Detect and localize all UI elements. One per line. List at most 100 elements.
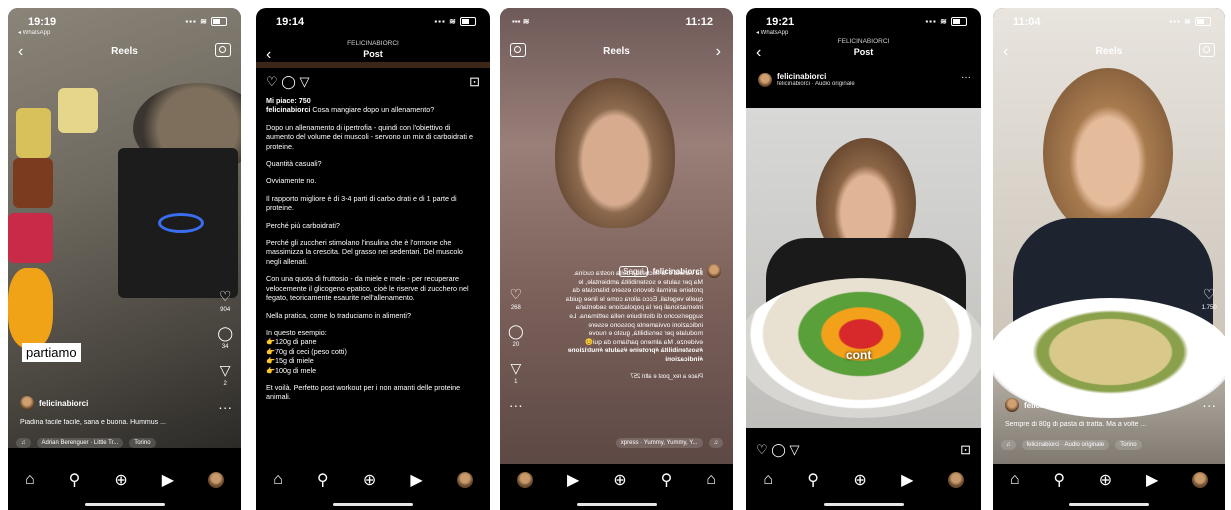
reels-icon[interactable]: ▶	[901, 470, 913, 490]
comment-icon[interactable]: ◯	[217, 325, 233, 342]
user-line[interactable]: felicinabiorci felicinabiorci · Audio or…	[758, 72, 855, 87]
send-icon[interactable]: ▽	[508, 360, 524, 377]
location-tag[interactable]: Torino	[129, 438, 156, 448]
reels-icon[interactable]: ▶	[567, 470, 579, 490]
reels-screen-mirrored: ▪▪▪ ≋ 11:12 Reels › felicinabiorci Segui…	[500, 8, 733, 510]
send-icon[interactable]: ▽	[299, 74, 309, 89]
profile-avatar[interactable]	[516, 472, 533, 488]
search-icon[interactable]: ⚲	[317, 470, 329, 490]
audio-label[interactable]: felicinabiorci · Audio originale	[1021, 440, 1110, 450]
caption-para: Il rapporto migliore è di 3-4 parti di c…	[266, 193, 457, 213]
camera-icon[interactable]	[1199, 43, 1215, 57]
caption[interactable]: Sempre di 80g di pasta di tratta. Ma a v…	[1005, 421, 1195, 428]
audio-label[interactable]: xpress · Yummy, Yummy, Y...	[615, 438, 703, 448]
audio-row[interactable]: xpress · Yummy, Yummy, Y... ♫	[530, 436, 723, 450]
caption-line: proteine animali devono essere bilanciat…	[572, 287, 704, 295]
follow-button[interactable]: Segui	[1078, 401, 1098, 410]
profile-avatar[interactable]	[207, 472, 224, 488]
comments-count: 34	[221, 344, 229, 350]
top-bar: Reels ›	[500, 42, 733, 64]
home-icon[interactable]: ⌂	[25, 471, 35, 489]
status-time: 19:14	[276, 16, 305, 28]
add-icon[interactable]: ⊕	[1099, 470, 1112, 490]
user-line[interactable]: felicinabiorci	[20, 396, 88, 410]
battery-icon	[1195, 17, 1211, 27]
reels-icon[interactable]: ▶	[1146, 470, 1158, 490]
shares-count: 1	[514, 379, 518, 385]
avatar[interactable]	[707, 264, 721, 278]
header-user: FELICINABIORCI	[347, 40, 399, 47]
comment-icon[interactable]: ◯	[508, 323, 524, 340]
send-icon[interactable]: ▽	[789, 442, 799, 457]
more-icon[interactable]: ···	[961, 72, 971, 83]
search-icon[interactable]: ⚲	[807, 470, 819, 490]
forward-icon[interactable]: ›	[716, 43, 721, 61]
liked-by[interactable]: Piace a rex_post e altri 257	[512, 373, 703, 382]
search-icon[interactable]: ⚲	[661, 470, 673, 490]
status-back-app[interactable]: ◂ WhatsApp	[756, 29, 788, 36]
add-icon[interactable]: ⊕	[613, 470, 626, 490]
home-icon[interactable]: ⌂	[273, 471, 283, 489]
username[interactable]: felicinabiorci	[1024, 401, 1073, 410]
profile-avatar[interactable]	[947, 472, 964, 488]
profile-avatar[interactable]	[1192, 472, 1209, 488]
bookmark-icon[interactable]: ⊡	[960, 442, 971, 458]
send-icon[interactable]: ▽	[1201, 360, 1217, 377]
home-icon[interactable]: ⌂	[1010, 471, 1020, 489]
pumpkin	[8, 268, 53, 348]
search-icon[interactable]: ⚲	[1053, 470, 1065, 490]
video-frame[interactable]	[746, 108, 981, 428]
heart-icon[interactable]: ♡	[756, 442, 768, 457]
home-icon[interactable]: ⌂	[706, 471, 716, 489]
avatar[interactable]	[20, 396, 34, 410]
status-time: 11:12	[685, 16, 713, 28]
heart-icon[interactable]: ♡	[1201, 286, 1217, 303]
video-frame[interactable]	[8, 8, 241, 448]
send-icon[interactable]: ▽	[217, 362, 233, 379]
audio-row[interactable]: ♫ Adrian Berenguer · Little Tr... Torino	[16, 436, 211, 450]
caption-para: Ovviamente no.	[266, 176, 317, 186]
caption[interactable]: Piadina facile facile, sana e buona. Hum…	[20, 419, 211, 426]
page-title: Post	[853, 47, 874, 57]
status-bar: 19:19 ◂ WhatsApp ▪▪▪ ≋	[8, 14, 241, 36]
add-icon[interactable]: ⊕	[853, 470, 866, 490]
comment-icon[interactable]: ◯	[281, 74, 296, 89]
user-line[interactable]: felicinabiorci Segui	[1005, 398, 1099, 412]
status-bar: 19:14 ▪▪▪ ≋	[256, 14, 490, 34]
comment-icon[interactable]: ◯	[771, 442, 786, 457]
location-tag[interactable]: Torino	[1115, 440, 1142, 450]
profile-avatar[interactable]	[456, 472, 473, 488]
bookmark-icon[interactable]: ⊡	[469, 74, 480, 90]
audio-row[interactable]: ♫ felicinabiorci · Audio originale Torin…	[1001, 438, 1195, 452]
heart-icon[interactable]: ♡	[508, 286, 524, 303]
status-back-app[interactable]: ◂ WhatsApp	[18, 29, 50, 36]
add-icon[interactable]: ⊕	[114, 470, 127, 490]
audio-artist[interactable]: Adrian Berenguer · Little Tr...	[36, 438, 124, 448]
heart-icon[interactable]: ♡	[266, 74, 278, 89]
heart-icon[interactable]: ♡	[217, 288, 233, 305]
speaker-face	[555, 78, 675, 228]
username[interactable]: felicinabiorci	[39, 399, 88, 408]
audio-label[interactable]: felicinabiorci · Audio originale	[777, 81, 855, 87]
home-icon[interactable]: ⌂	[763, 471, 773, 489]
caption-para: In questo esempio:	[266, 327, 327, 337]
search-icon[interactable]: ⚲	[69, 470, 81, 490]
comments-count: 20	[512, 342, 520, 348]
more-icon[interactable]: ···	[508, 397, 524, 413]
avatar[interactable]	[1005, 398, 1019, 412]
likes-count: 268	[510, 305, 521, 311]
video-frame[interactable]	[500, 8, 733, 468]
caption-username[interactable]: felicinabiorci	[266, 105, 310, 114]
avatar[interactable]	[758, 72, 772, 87]
reels-icon[interactable]: ▶	[410, 470, 422, 490]
comment-icon[interactable]: ◯	[1201, 323, 1217, 340]
more-icon[interactable]: ···	[1201, 397, 1217, 413]
top-bar: ‹ Reels	[993, 42, 1225, 64]
camera-icon[interactable]	[215, 43, 231, 57]
battery-icon	[951, 17, 967, 27]
username[interactable]: felicinabiorci	[777, 72, 855, 81]
likes-line[interactable]: Mi piace: 750	[266, 96, 311, 105]
reels-icon[interactable]: ▶	[162, 470, 174, 490]
more-icon[interactable]: ···	[217, 399, 233, 415]
add-icon[interactable]: ⊕	[363, 470, 376, 490]
